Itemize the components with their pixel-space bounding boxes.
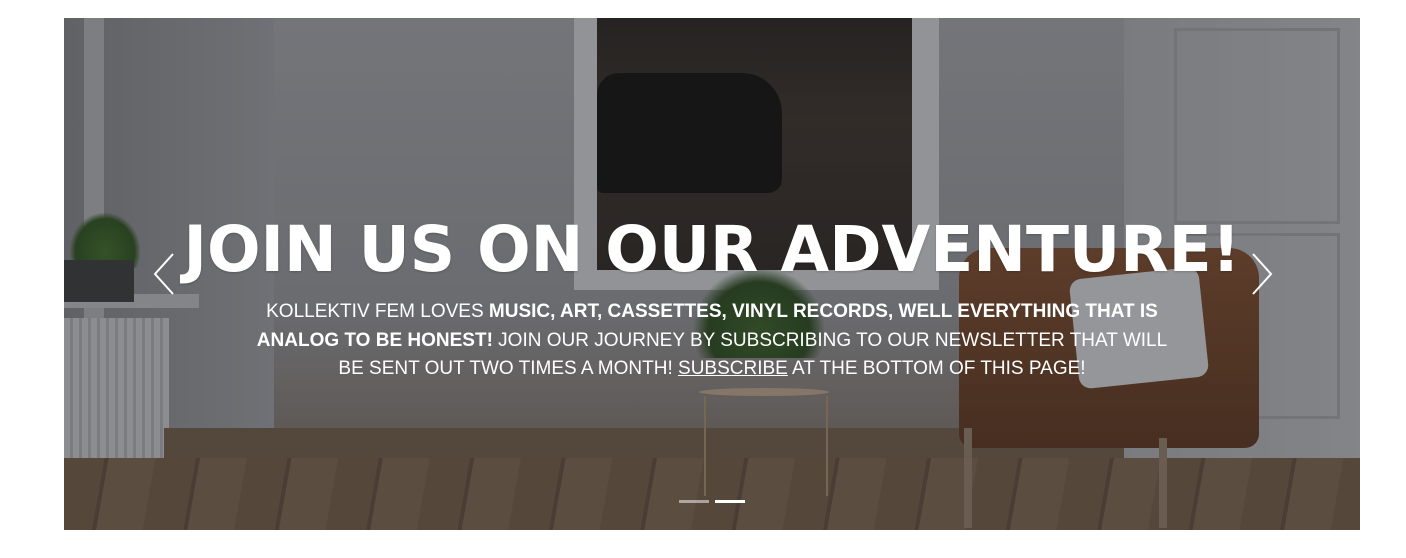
- subscribe-link[interactable]: SUBSCRIBE: [678, 358, 788, 379]
- slider-prev-button[interactable]: [144, 253, 184, 295]
- slider-next-button[interactable]: [1242, 253, 1282, 295]
- chevron-right-icon: [1252, 253, 1273, 295]
- slider-pagination: [679, 500, 745, 503]
- slide-caption: JOIN US ON OUR ADVENTURE! KOLLEKTIV FEM …: [64, 18, 1360, 530]
- hero-text: KOLLEKTIV FEM LOVES MUSIC, ART, CASSETTE…: [244, 298, 1180, 384]
- slider-dot-2[interactable]: [715, 500, 745, 503]
- chevron-left-icon: [153, 253, 174, 295]
- hero-text-part: KOLLEKTIV FEM LOVES: [266, 301, 489, 322]
- hero-text-part: AT THE BOTTOM OF THIS PAGE!: [787, 358, 1086, 379]
- slider-dot-1[interactable]: [679, 500, 709, 503]
- hero-title: JOIN US ON OUR ADVENTURE!: [183, 213, 1241, 286]
- hero-slider: JOIN US ON OUR ADVENTURE! KOLLEKTIV FEM …: [64, 18, 1360, 530]
